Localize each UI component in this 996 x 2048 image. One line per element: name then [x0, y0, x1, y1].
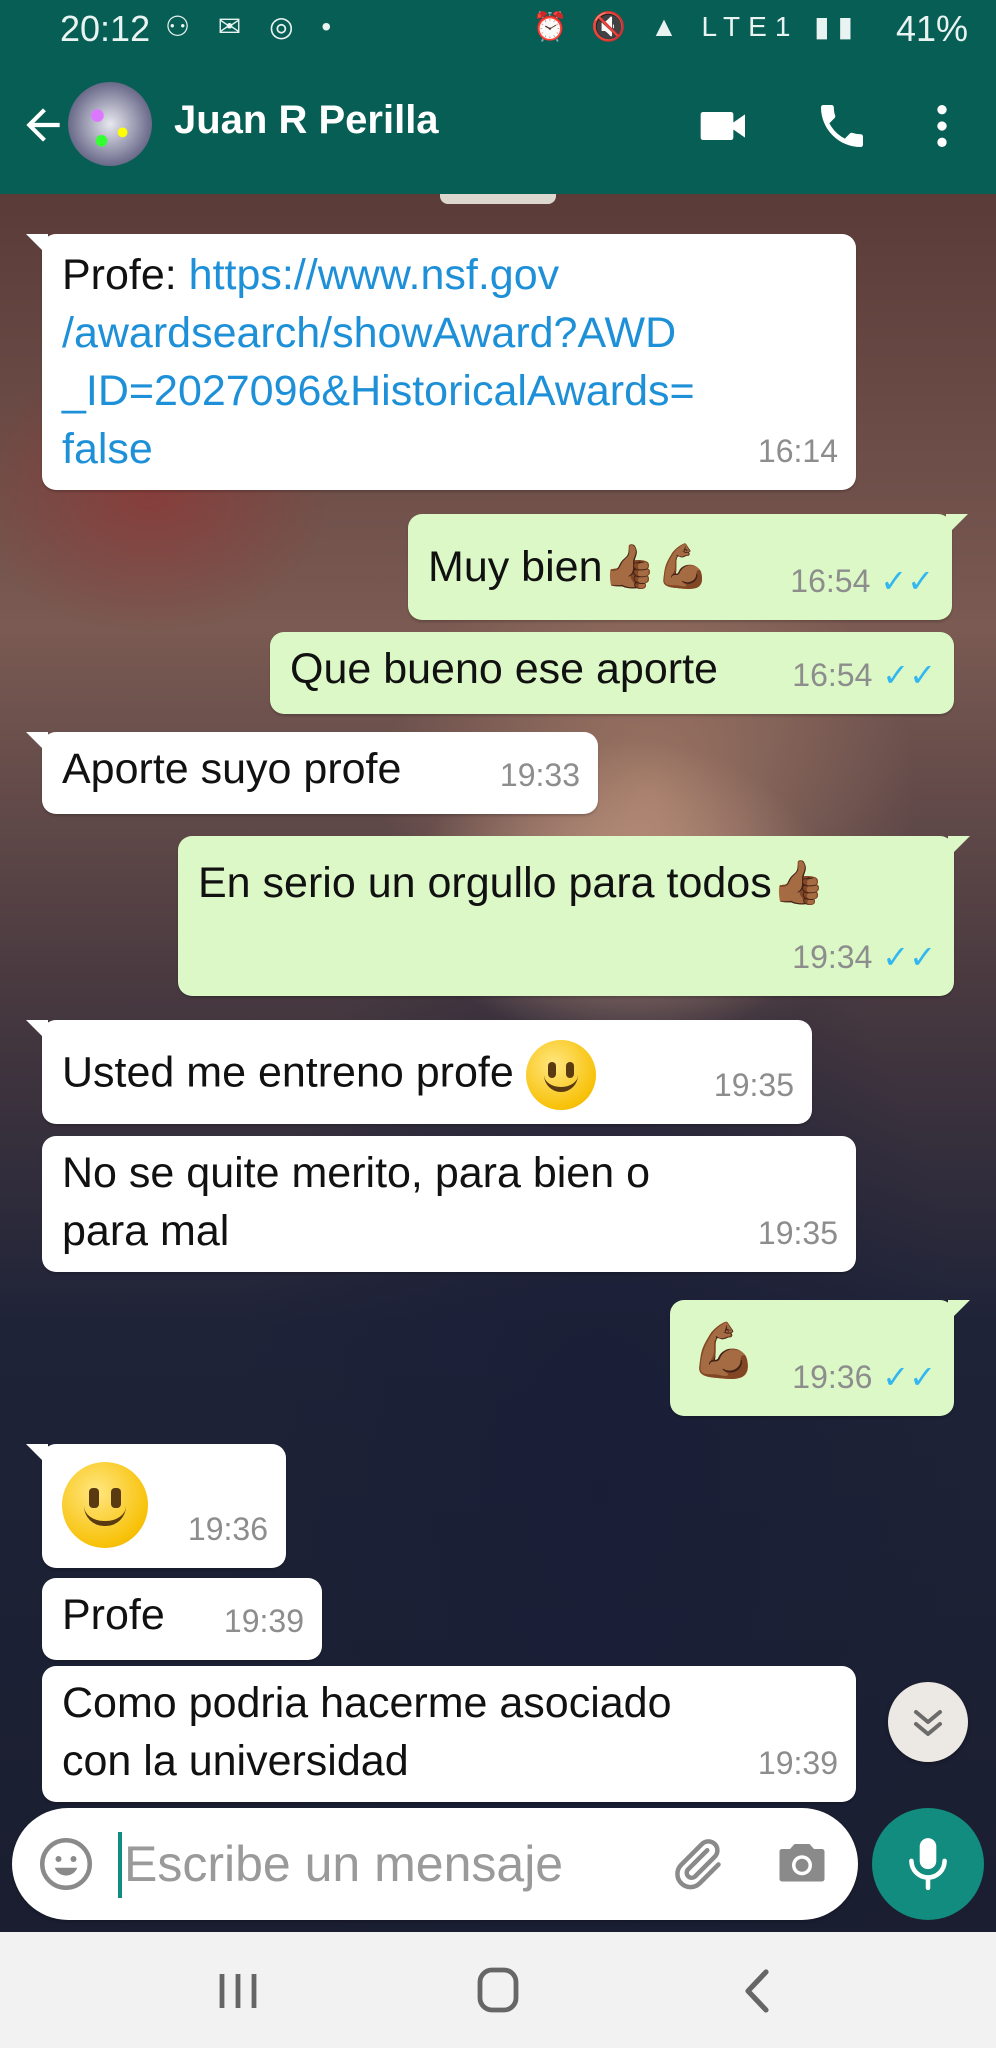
chat-area[interactable]: Profe: https://www.nsf.gov /awardsearch/…	[0, 194, 996, 1932]
message-emojis: 💪🏾	[690, 1321, 758, 1381]
message-incoming[interactable]: 19:36	[26, 1444, 286, 1568]
message-time: 19:34	[792, 939, 873, 975]
message-incoming[interactable]: Como podria hacerme asociado con la univ…	[42, 1666, 856, 1802]
read-receipt-icon: ✓✓	[882, 939, 936, 975]
message-time: 19:33	[499, 757, 580, 793]
voice-call-icon[interactable]	[812, 98, 872, 154]
double-chevron-down-icon	[914, 1710, 942, 1736]
scroll-to-bottom-button[interactable]	[888, 1682, 968, 1762]
message-time: 19:36	[187, 1511, 268, 1547]
attach-paperclip-icon[interactable]	[666, 1834, 726, 1894]
system-status-icons: ⏰ 🔇 ▲ LTE1 ▮▮	[532, 11, 861, 42]
message-text: En serio un orgullo para todos	[198, 859, 772, 907]
back-nav-icon[interactable]	[728, 1966, 788, 2016]
message-time: 16:14	[757, 433, 838, 469]
message-time: 19:35	[713, 1067, 794, 1103]
status-bar: 20:12 ⚇ ✉ ◎ • ⏰ 🔇 ▲ LTE1 ▮▮ 41%	[0, 0, 996, 58]
message-time: 16:54	[792, 657, 873, 693]
message-text: No se quite merito, para bien o para mal	[62, 1149, 650, 1255]
chat-header: Juan R Perilla	[0, 58, 996, 194]
contact-name[interactable]: Juan R Perilla	[174, 98, 439, 143]
more-options-icon[interactable]	[912, 98, 972, 154]
smile-emoji-icon	[525, 1040, 596, 1110]
message-composer	[12, 1808, 858, 1920]
recent-apps-icon[interactable]	[208, 1966, 268, 2016]
date-chip-stub	[440, 194, 556, 204]
emoji-picker-icon[interactable]	[36, 1834, 96, 1894]
message-outgoing[interactable]: Que bueno ese aporte 16:54 ✓✓	[270, 632, 954, 714]
message-emojis: 👍🏾	[771, 859, 826, 907]
smile-emoji-icon	[62, 1462, 148, 1548]
read-receipt-icon: ✓✓	[882, 1359, 936, 1395]
message-time: 19:35	[757, 1215, 838, 1251]
read-receipt-icon: ✓✓	[882, 657, 936, 693]
camera-icon[interactable]	[772, 1834, 832, 1894]
text-cursor	[118, 1832, 122, 1898]
home-icon[interactable]	[468, 1966, 528, 2016]
message-incoming[interactable]: No se quite merito, para bien o para mal…	[42, 1136, 856, 1272]
video-call-icon[interactable]	[694, 98, 754, 154]
system-navigation-bar	[0, 1932, 996, 2048]
contact-avatar[interactable]	[68, 82, 152, 166]
message-incoming[interactable]: Profe: https://www.nsf.gov /awardsearch/…	[26, 234, 856, 490]
message-outgoing[interactable]: 💪🏾 19:36 ✓✓	[670, 1300, 970, 1416]
voice-message-button[interactable]	[872, 1808, 984, 1920]
message-time: 19:36	[792, 1359, 873, 1395]
message-incoming[interactable]: Usted me entreno profe 19:35	[26, 1020, 812, 1124]
message-text: Aporte suyo profe	[62, 745, 402, 793]
message-outgoing[interactable]: Muy bien👍🏾💪🏾 16:54 ✓✓	[408, 514, 968, 620]
back-arrow-icon[interactable]	[18, 100, 68, 150]
message-incoming[interactable]: Aporte suyo profe 19:33	[26, 732, 598, 814]
notification-icons: ⚇ ✉ ◎ •	[165, 11, 342, 42]
microphone-icon	[909, 1838, 947, 1891]
message-input[interactable]	[124, 1828, 644, 1900]
message-time: 19:39	[223, 1603, 304, 1639]
message-text: Muy bien	[428, 543, 603, 591]
message-time: 19:39	[757, 1745, 838, 1781]
message-text: Profe:	[62, 251, 189, 299]
message-text: Como podria hacerme asociado con la univ…	[62, 1679, 672, 1785]
battery-level: 41%	[895, 8, 968, 49]
message-time: 16:54	[790, 563, 871, 599]
read-receipt-icon: ✓✓	[880, 563, 934, 599]
status-time: 20:12	[60, 8, 151, 49]
message-emojis: 👍🏾💪🏾	[602, 543, 710, 591]
message-incoming[interactable]: Profe 19:39	[42, 1578, 322, 1660]
message-text: Usted me entreno profe	[62, 1048, 514, 1097]
message-outgoing[interactable]: En serio un orgullo para todos👍🏾 19:34 ✓✓	[178, 836, 970, 996]
message-text: Profe	[62, 1591, 165, 1639]
message-text: Que bueno ese aporte	[290, 645, 718, 693]
